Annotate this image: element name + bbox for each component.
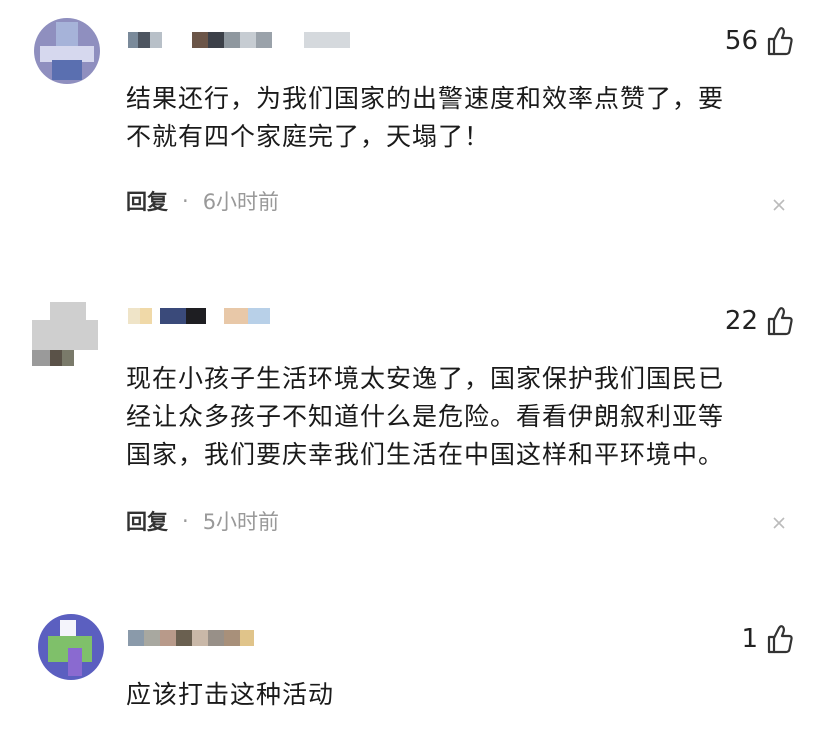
comment-1: 56 结果还行，为我们国家的出警速度和效率点赞了，要 不就有四个家庭完了，天塌了… <box>0 0 832 260</box>
comment-3: 1 应该打击这种活动 <box>0 600 832 738</box>
comment-2: 22 现在小孩子生活环境太安逸了，国家保护我们国民已 经让众多孩子不知道什么是危… <box>0 290 832 580</box>
timestamp: 5小时前 <box>202 510 280 534</box>
like-count: 56 <box>724 26 758 56</box>
comment-meta: 回复 · 6小时前 <box>126 186 279 216</box>
close-icon[interactable] <box>772 198 786 212</box>
comment-text-line: 不就有四个家庭完了，天塌了！ <box>126 122 491 151</box>
reply-button[interactable]: 回复 <box>126 186 168 216</box>
comment-text: 应该打击这种活动 <box>126 676 786 714</box>
avatar[interactable] <box>38 614 104 680</box>
reply-button[interactable]: 回复 <box>126 506 168 536</box>
avatar[interactable] <box>32 302 98 368</box>
thumbs-up-icon <box>767 307 793 336</box>
comment-text-line: 现在小孩子生活环境太安逸了，国家保护我们国民已 <box>126 364 725 393</box>
comment-text: 现在小孩子生活环境太安逸了，国家保护我们国民已 经让众多孩子不知道什么是危险。看… <box>126 360 786 474</box>
comment-meta: 回复 · 5小时前 <box>126 506 279 536</box>
like-count: 22 <box>724 306 758 336</box>
thumbs-up-icon <box>767 27 793 56</box>
like-button[interactable]: 56 <box>725 26 794 56</box>
like-button[interactable]: 1 <box>741 624 794 654</box>
avatar[interactable] <box>34 18 100 84</box>
like-button[interactable]: 22 <box>725 306 794 336</box>
meta-separator: · <box>182 509 189 533</box>
timestamp: 6小时前 <box>202 190 280 214</box>
thumbs-up-icon <box>767 625 793 654</box>
comment-text-line: 国家，我们要庆幸我们生活在中国这样和平环境中。 <box>126 440 725 469</box>
comment-text-line: 结果还行，为我们国家的出警速度和效率点赞了，要 <box>126 84 725 113</box>
comment-text: 结果还行，为我们国家的出警速度和效率点赞了，要 不就有四个家庭完了，天塌了！ <box>126 80 786 156</box>
comment-text-line: 经让众多孩子不知道什么是危险。看看伊朗叙利亚等 <box>126 402 725 431</box>
username-pixelated[interactable] <box>128 308 278 324</box>
username-pixelated[interactable] <box>128 630 268 646</box>
close-icon[interactable] <box>772 516 786 530</box>
like-count: 1 <box>741 624 758 654</box>
meta-separator: · <box>182 189 189 213</box>
username-pixelated[interactable] <box>128 32 358 48</box>
comment-text-line: 应该打击这种活动 <box>126 680 335 709</box>
